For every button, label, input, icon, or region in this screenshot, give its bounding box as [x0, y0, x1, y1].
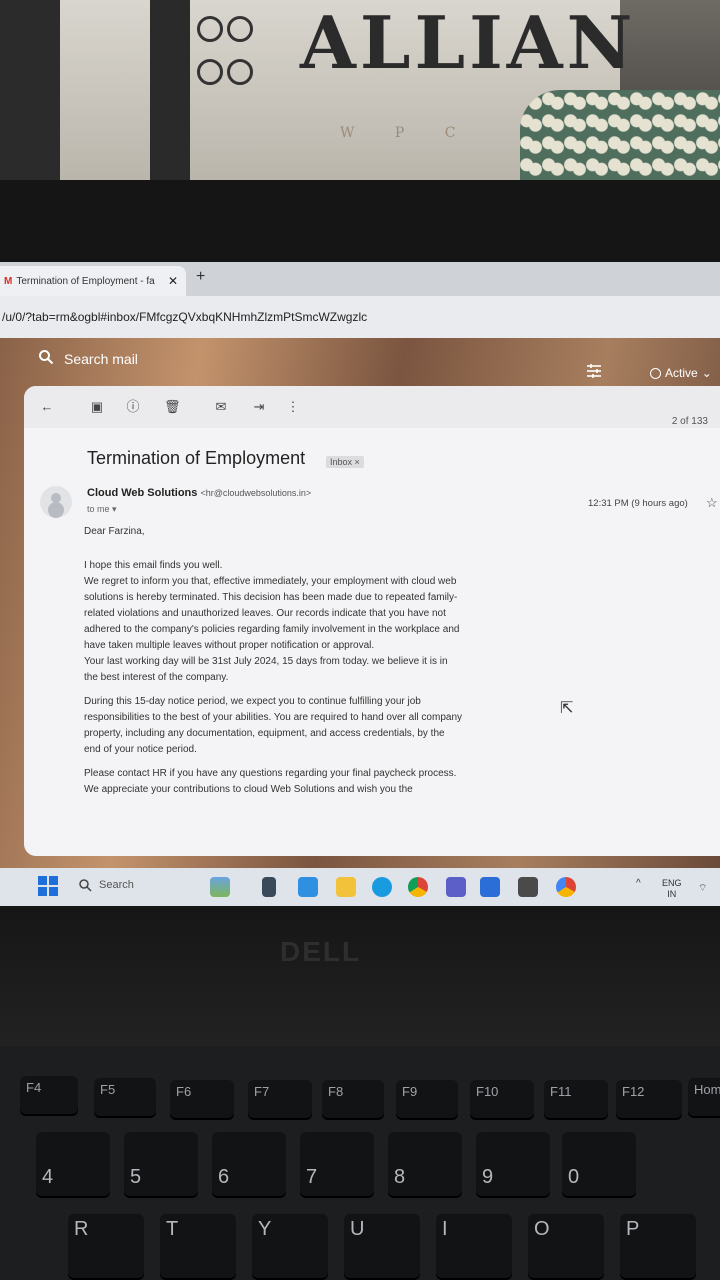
sender-line: Cloud Web Solutions <hr@cloudwebsolution… — [87, 487, 311, 499]
windows-start-icon[interactable] — [38, 876, 58, 896]
room-background: ALLIAN W P C — [0, 0, 720, 200]
language-indicator[interactable]: ENG IN — [662, 878, 682, 900]
star-icon[interactable]: ☆ — [706, 495, 718, 511]
mouse-cursor-icon: ⇱ — [560, 700, 574, 717]
key-f12[interactable]: F12 — [616, 1080, 682, 1120]
key-f6[interactable]: F6 — [170, 1080, 234, 1120]
key-8[interactable]: 8 — [388, 1132, 462, 1198]
monitor-bezel-top — [0, 180, 720, 268]
key-f9[interactable]: F9 — [396, 1080, 458, 1120]
email-card: ← ▣ ⓘ 🗑 ✉ ⇥ ⋮ 2 of 133 Termination of Em… — [24, 386, 720, 856]
inbox-label-badge[interactable]: Inbox × — [326, 456, 364, 468]
notepad-icon[interactable] — [518, 877, 538, 897]
taskbar-search-input[interactable]: Search — [99, 879, 134, 891]
key-i[interactable]: I — [436, 1214, 512, 1280]
email-paragraph: I hope this email finds you well. — [84, 560, 223, 571]
teams-icon[interactable] — [446, 877, 466, 897]
mark-unread-icon[interactable]: ✉ — [214, 400, 228, 414]
key-f8[interactable]: F8 — [322, 1080, 384, 1120]
email-body: Dear Farzina, I hope this email finds yo… — [84, 524, 464, 798]
search-icon[interactable] — [38, 349, 54, 365]
poster-title: ALLIAN — [300, 0, 637, 85]
sender-avatar — [40, 486, 72, 518]
move-to-icon[interactable]: ⇥ — [252, 400, 266, 414]
key-r[interactable]: R — [68, 1214, 144, 1280]
email-paragraph: Please contact HR if you have any questi… — [84, 768, 457, 779]
chrome-icon[interactable] — [408, 877, 428, 897]
email-toolbar: ← ▣ ⓘ 🗑 ✉ ⇥ ⋮ 2 of 133 — [24, 386, 720, 428]
delete-icon[interactable]: 🗑 — [164, 400, 181, 414]
email-subject: Termination of Employment — [87, 448, 306, 468]
email-paragraph: During this 15-day notice period, we exp… — [84, 696, 463, 755]
file-explorer-icon[interactable] — [336, 877, 356, 897]
back-arrow-icon[interactable]: ← — [40, 400, 54, 414]
gmail-app: Search mail Active ⌄ ← ▣ ⓘ 🗑 ✉ ⇥ ⋮ 2 of … — [0, 338, 720, 868]
key-f10[interactable]: F10 — [470, 1080, 534, 1120]
chevron-down-icon: ⌄ — [701, 366, 712, 380]
key-0[interactable]: 0 — [562, 1132, 636, 1198]
search-input[interactable]: Search mail — [64, 351, 138, 367]
key-f7[interactable]: F7 — [248, 1080, 312, 1120]
email-paragraph: We regret to inform you that, effective … — [84, 576, 460, 651]
weather-widget-icon[interactable] — [210, 877, 230, 897]
key-5[interactable]: 5 — [124, 1132, 198, 1198]
more-options-icon[interactable]: ⋮ — [286, 400, 300, 414]
report-spam-icon[interactable]: ⓘ — [126, 400, 140, 414]
key-f11[interactable]: F11 — [544, 1080, 608, 1120]
key-t[interactable]: T — [160, 1214, 236, 1280]
status-ring-icon — [650, 367, 661, 379]
message-counter: 2 of 133 — [671, 416, 708, 427]
windows-taskbar: Search ^ ENG IN ⌔ — [0, 868, 720, 906]
chrome-profile-icon[interactable] — [556, 877, 576, 897]
tab-title: Termination of Employment - fa — [16, 275, 155, 287]
vscode-icon[interactable] — [298, 877, 318, 897]
photo-scene: ALLIAN W P C M Termination of Employment… — [0, 0, 720, 1280]
email-greeting: Dear Farzina, — [84, 526, 145, 537]
wifi-icon[interactable]: ⌔ — [698, 882, 707, 895]
email-paragraph: Your last working day will be 31st July … — [84, 656, 448, 683]
poster-side-strip — [150, 0, 190, 190]
gmail-top-bar: Search mail Active ⌄ — [0, 338, 720, 386]
sender-name: Cloud Web Solutions — [87, 487, 198, 499]
browser-tab-bar: M Termination of Employment - fa ✕ + — [0, 262, 720, 296]
key-home[interactable]: Hom — [688, 1078, 720, 1118]
address-bar[interactable]: /u/0/?tab=rm&ogbl#inbox/FMfcgzQVxbqKNHmh… — [0, 296, 720, 338]
key-f5[interactable]: F5 — [94, 1078, 156, 1118]
key-u[interactable]: U — [344, 1214, 420, 1280]
email-paragraph: We appreciate your contributions to clou… — [84, 784, 413, 795]
status-selector[interactable]: Active ⌄ — [650, 366, 712, 380]
tab-gmail[interactable]: M Termination of Employment - fa ✕ — [0, 266, 186, 296]
app-icon[interactable] — [262, 877, 276, 897]
dell-logo: DELL — [280, 936, 362, 967]
wall-frame — [0, 0, 60, 180]
sender-email: <hr@cloudwebsolutions.in> — [200, 488, 312, 498]
gmail-favicon-icon: M — [4, 275, 13, 287]
taskbar-search-icon[interactable] — [78, 878, 92, 892]
url-text: /u/0/?tab=rm&ogbl#inbox/FMfcgzQVxbqKNHmh… — [2, 310, 368, 324]
poster-icons — [195, 10, 265, 96]
key-o[interactable]: O — [528, 1214, 604, 1280]
recipient-details[interactable]: to me ▾ — [87, 504, 117, 515]
key-9[interactable]: 9 — [476, 1132, 550, 1198]
new-tab-button[interactable]: + — [196, 268, 205, 286]
key-6[interactable]: 6 — [212, 1132, 286, 1198]
email-timestamp: 12:31 PM (9 hours ago) — [588, 498, 688, 509]
chevron-up-icon[interactable]: ^ — [636, 878, 641, 889]
archive-icon[interactable]: ▣ — [90, 400, 104, 414]
key-p[interactable]: P — [620, 1214, 696, 1280]
key-y[interactable]: Y — [252, 1214, 328, 1280]
store-icon[interactable] — [480, 877, 500, 897]
edge-icon[interactable] — [372, 877, 392, 897]
keyboard: F4 F5 F6 F7 F8 F9 F10 F11 F12 Hom 4 5 6 … — [0, 1046, 720, 1280]
poster-subtitle: W P C — [340, 125, 474, 141]
key-7[interactable]: 7 — [300, 1132, 374, 1198]
key-f4[interactable]: F4 — [20, 1076, 78, 1116]
status-label: Active — [665, 366, 698, 380]
tab-close-icon[interactable]: ✕ — [168, 274, 178, 288]
search-options-icon[interactable] — [585, 362, 603, 380]
monitor-bezel-bottom: DELL — [0, 906, 720, 1046]
key-4[interactable]: 4 — [36, 1132, 110, 1198]
